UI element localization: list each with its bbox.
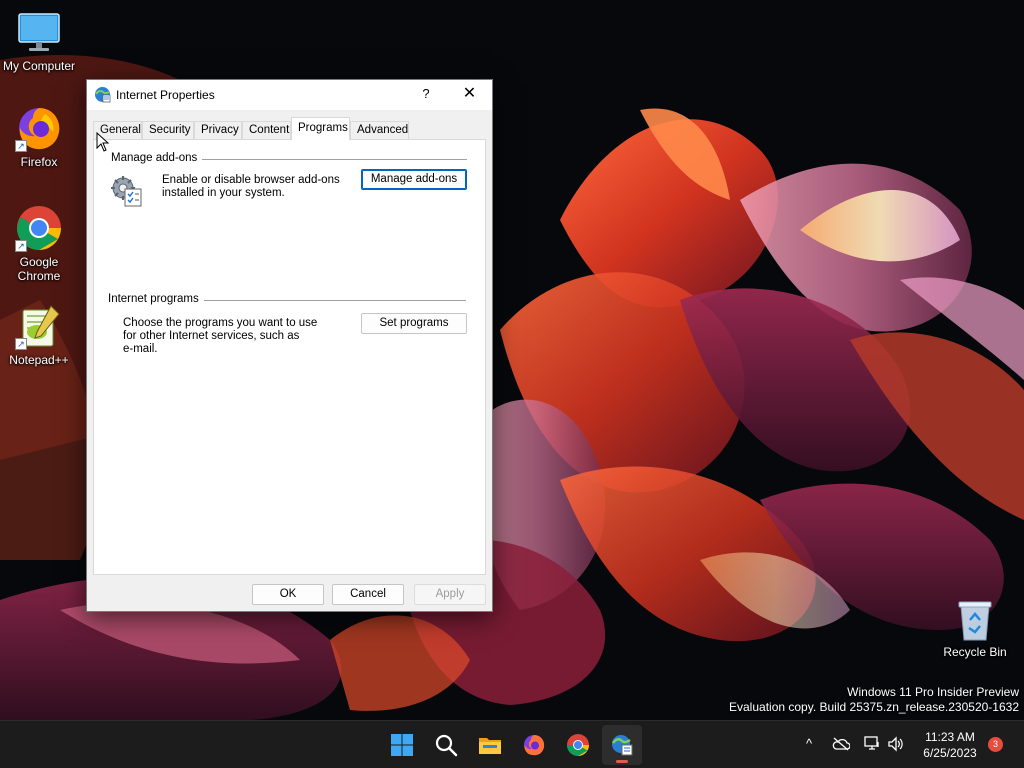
tab-strip: General Security Privacy Content Program… (93, 117, 488, 140)
desc-line: for other Internet services, such as (123, 330, 300, 342)
clock-date: 6/25/2023 (923, 746, 977, 760)
desc-line: Choose the programs you want to use (123, 317, 318, 329)
watermark-line-2: Evaluation copy. Build 25375.zn_release.… (729, 700, 1019, 714)
start-button[interactable] (382, 725, 422, 765)
watermark-line-1: Windows 11 Pro Insider Preview (847, 685, 1019, 699)
tab-security[interactable]: Security (142, 121, 194, 140)
close-button[interactable]: ✕ (447, 80, 492, 110)
taskbar: ^ 11:23 AM 6/25/2023 3 (0, 720, 1024, 768)
manage-addons-description: Enable or disable browser add-ons instal… (162, 174, 340, 200)
mouse-cursor-icon (96, 131, 110, 152)
desktop-icon-firefox[interactable]: ↗ Firefox (2, 104, 76, 169)
desc-line: Enable or disable browser add-ons (162, 174, 340, 186)
ok-button[interactable]: OK (252, 584, 324, 605)
internet-options-icon (612, 735, 633, 756)
manage-addons-group-label: Manage add-ons (111, 152, 202, 164)
notification-badge[interactable]: 3 (988, 737, 1003, 752)
notepadpp-icon: ↗ (15, 302, 63, 350)
recycle-bin-icon (955, 598, 995, 642)
shortcut-arrow-icon: ↗ (15, 240, 27, 252)
search-icon (435, 734, 458, 757)
internet-programs-group-label: Internet programs (108, 293, 203, 305)
folder-icon (479, 738, 501, 754)
network-icon[interactable] (861, 733, 883, 755)
clock[interactable]: 11:23 AM 6/25/2023 (914, 729, 986, 761)
dialog-title: Internet Properties (116, 88, 215, 102)
group-divider (202, 159, 467, 160)
volume-icon[interactable] (885, 733, 907, 755)
shortcut-arrow-icon: ↗ (15, 140, 27, 152)
desktop-icon-label: Notepad++ (9, 353, 69, 367)
manage-addons-button[interactable]: Manage add-ons (361, 169, 467, 190)
desktop-icon-recycle-bin[interactable]: Recycle Bin (940, 598, 1010, 659)
firefox-icon: ↗ (15, 104, 63, 152)
windows-logo-icon (391, 734, 413, 756)
desktop-icon-label: My Computer (2, 59, 76, 73)
programs-tab-panel: Manage add-ons Enable or disable browser… (93, 139, 486, 575)
dialog-titlebar[interactable]: Internet Properties ? ✕ (87, 80, 492, 110)
desktop-icon-label: Google Chrome (17, 255, 61, 283)
taskbar-internet-properties-button[interactable] (602, 725, 642, 765)
clock-time: 11:23 AM (925, 730, 975, 744)
desc-line: installed in your system. (162, 187, 285, 199)
apply-button[interactable]: Apply (414, 584, 486, 605)
set-programs-button[interactable]: Set programs (361, 313, 467, 334)
active-app-indicator (616, 760, 628, 763)
desc-line: e-mail. (123, 343, 158, 355)
chrome-icon (567, 734, 589, 756)
tab-programs[interactable]: Programs (291, 117, 350, 140)
desktop-icon-label: Firefox (20, 155, 58, 169)
desktop-icon-chrome[interactable]: ↗ Google Chrome (2, 204, 76, 283)
help-button[interactable]: ? (407, 80, 445, 110)
desktop-icon-notepadpp[interactable]: ↗ Notepad++ (2, 302, 76, 367)
shortcut-arrow-icon: ↗ (15, 338, 27, 350)
onedrive-icon[interactable] (830, 733, 852, 755)
file-explorer-button[interactable] (470, 725, 510, 765)
group-divider (204, 300, 466, 301)
tab-privacy[interactable]: Privacy (194, 121, 242, 140)
taskbar-firefox-button[interactable] (514, 725, 554, 765)
internet-programs-description: Choose the programs you want to use for … (123, 317, 317, 356)
cancel-button[interactable]: Cancel (332, 584, 404, 605)
internet-properties-dialog: Internet Properties ? ✕ General Security… (86, 79, 493, 612)
tab-content[interactable]: Content (242, 121, 291, 140)
monitor-icon (15, 8, 63, 56)
search-button[interactable] (426, 725, 466, 765)
taskbar-chrome-button[interactable] (558, 725, 598, 765)
tab-advanced[interactable]: Advanced (350, 121, 409, 140)
show-hidden-icons-chevron[interactable]: ^ (798, 733, 820, 755)
desktop-icon-my-computer[interactable]: My Computer (2, 8, 76, 73)
internet-options-icon (94, 86, 111, 103)
evaluation-watermark: Windows 11 Pro Insider Preview Evaluatio… (729, 685, 1019, 715)
chrome-icon: ↗ (15, 204, 63, 252)
firefox-icon (524, 735, 545, 756)
addons-gear-icon (109, 172, 145, 208)
desktop-icon-label: Recycle Bin (943, 645, 1007, 659)
